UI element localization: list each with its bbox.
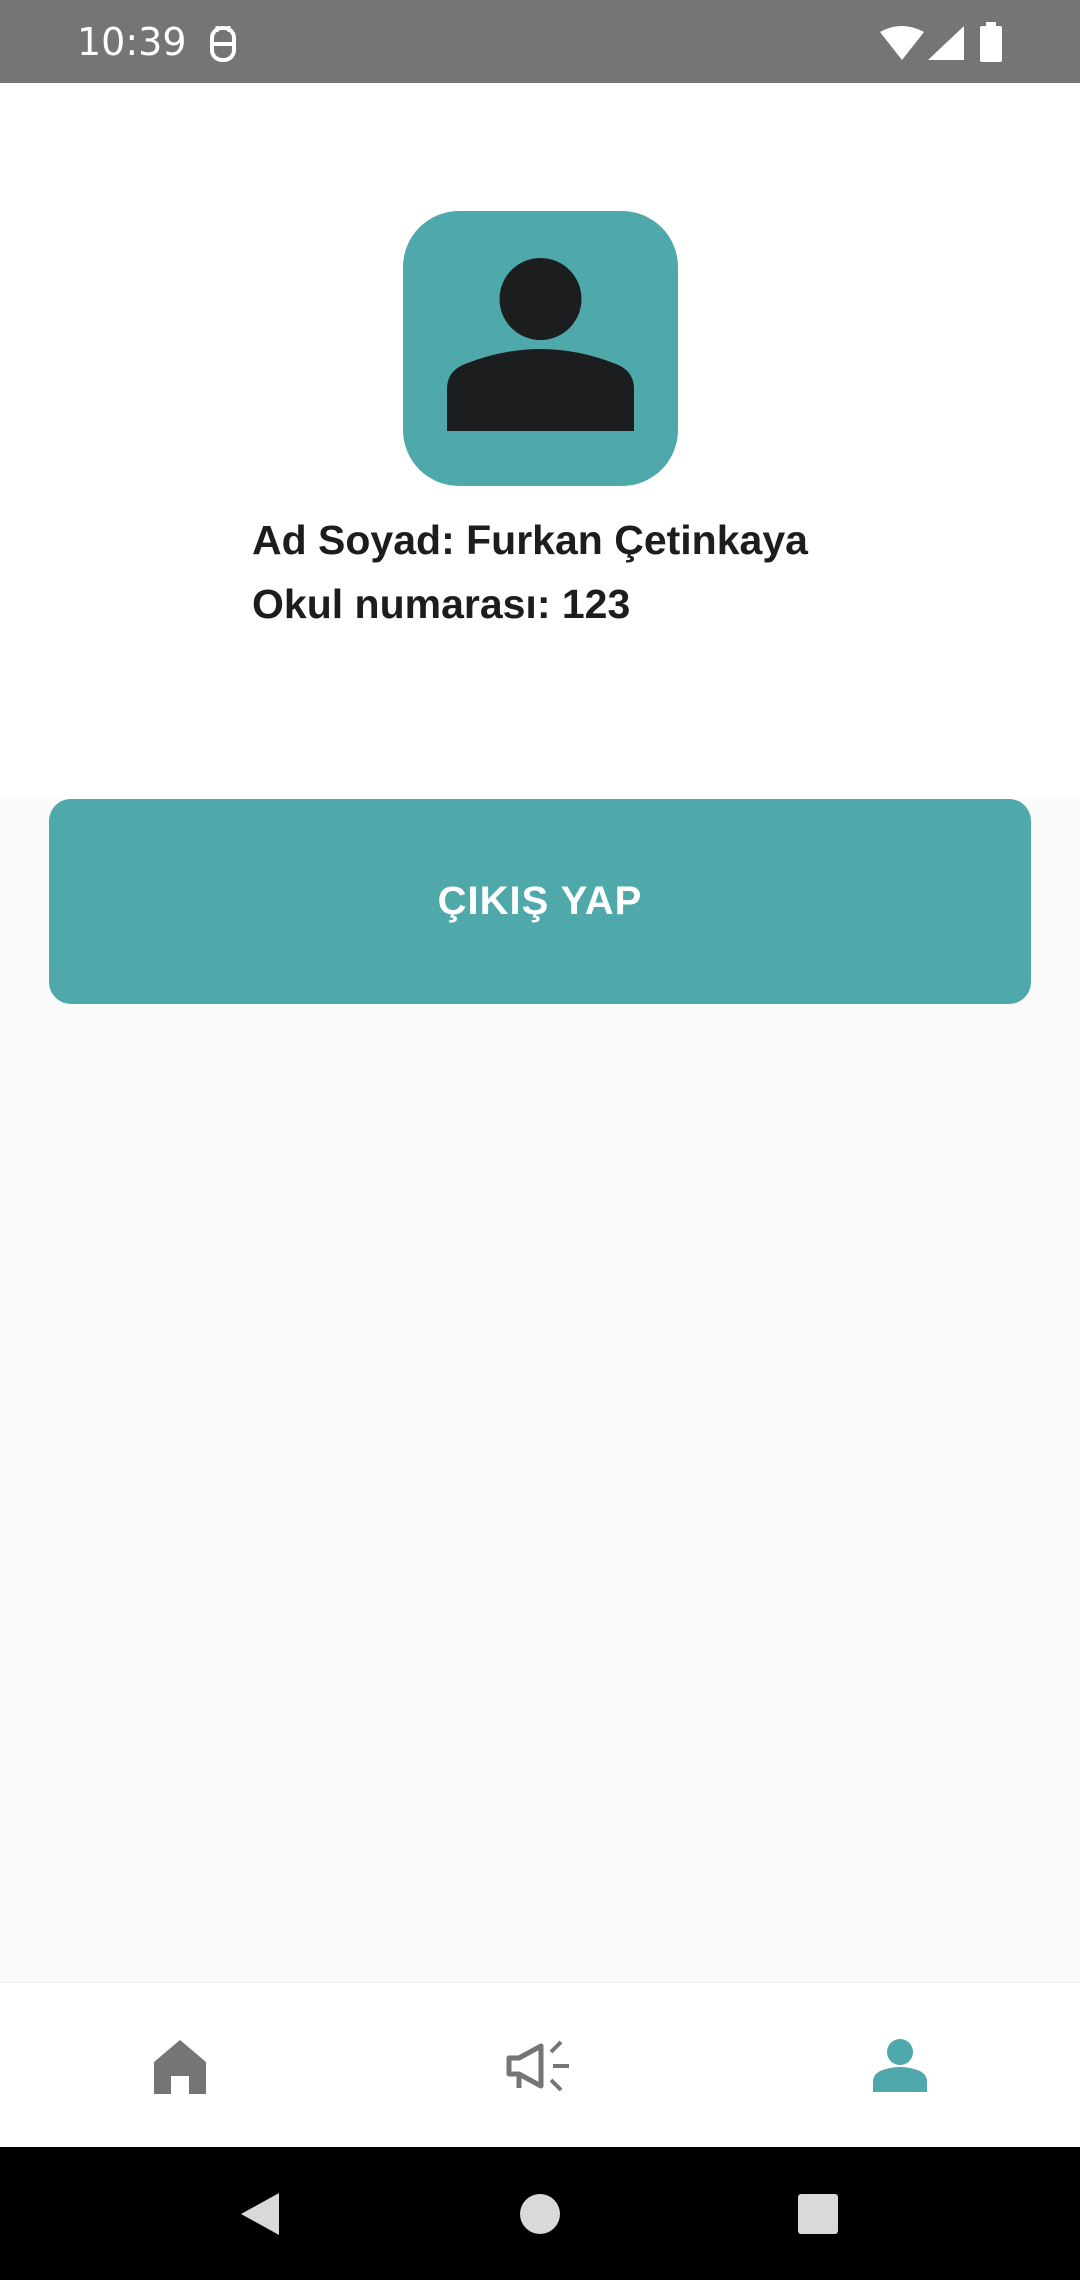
status-bar: 10:39 <box>0 0 1080 83</box>
wifi-icon <box>880 26 924 60</box>
system-back-button[interactable] <box>200 2147 320 2280</box>
profile-screen: 10:39 Ad Soyad: Furkan Çetinkaya Okul nu… <box>0 0 1080 2280</box>
status-time: 10:39 <box>77 20 187 64</box>
notification-icon <box>210 26 236 62</box>
student-name: Ad Soyad: Furkan Çetinkaya <box>252 517 808 563</box>
home-icon <box>154 2039 206 2094</box>
profile-card: Ad Soyad: Furkan Çetinkaya Okul numarası… <box>0 83 1080 799</box>
megaphone-icon <box>506 2040 569 2091</box>
bottom-navigation <box>0 1982 1080 2147</box>
person-icon <box>873 2038 927 2092</box>
home-circle-icon <box>520 2193 560 2234</box>
system-recents-button[interactable] <box>758 2147 878 2280</box>
logout-button[interactable]: ÇIKIŞ YAP <box>49 799 1031 1004</box>
nav-profile[interactable] <box>720 1983 1080 2148</box>
recents-icon <box>798 2193 838 2234</box>
system-navigation-bar <box>0 2147 1080 2280</box>
student-number: Okul numarası: 123 <box>252 581 631 627</box>
nav-announcements[interactable] <box>360 1983 720 2148</box>
avatar <box>403 211 678 486</box>
back-icon <box>241 2192 279 2235</box>
signal-icon <box>928 26 964 60</box>
nav-home[interactable] <box>0 1983 360 2148</box>
person-icon <box>447 258 634 431</box>
battery-icon <box>980 22 1002 62</box>
system-home-button[interactable] <box>480 2147 600 2280</box>
